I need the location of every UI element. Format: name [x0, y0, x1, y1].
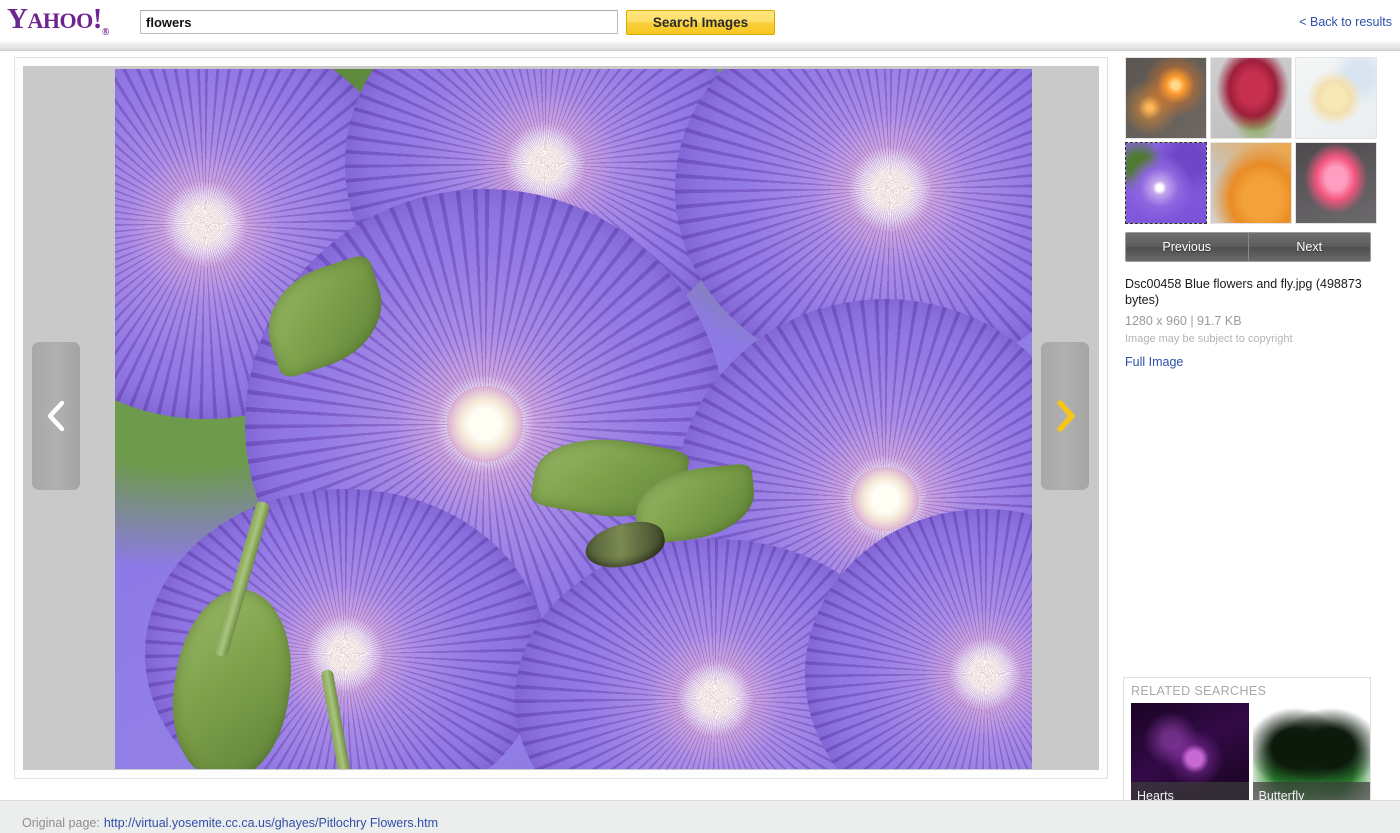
next-image-arrow[interactable]	[1041, 342, 1089, 490]
logo-letter-y: Y	[7, 3, 28, 35]
image-viewer-frame	[14, 57, 1108, 779]
related-searches-list: Hearts Butterfly	[1131, 703, 1370, 810]
logo-letters-ahoo: AHOO	[27, 8, 93, 33]
thumbnail-item[interactable]	[1210, 57, 1292, 139]
logo-registered-mark: ®	[101, 26, 109, 38]
yahoo-logo[interactable]: YAHOO!®	[7, 3, 135, 38]
page-footer: Original page: http://virtual.yosemite.cc…	[0, 800, 1400, 833]
chevron-left-icon	[47, 400, 65, 432]
image-metadata: Dsc00458 Blue flowers and fly.jpg (49887…	[1125, 276, 1379, 371]
flower-center	[851, 467, 919, 531]
previous-button[interactable]: Previous	[1126, 233, 1249, 261]
copyright-notice: Image may be subject to copyright	[1125, 333, 1293, 345]
thumbnail-item[interactable]	[1295, 142, 1377, 224]
original-page-row: Original page: http://virtual.yosemite.cc…	[22, 816, 438, 830]
thumbnail-item[interactable]	[1125, 57, 1207, 139]
thumbnail-grid	[1125, 57, 1390, 224]
thumbnail-image	[1296, 143, 1376, 223]
pagination-bar: Previous Next	[1125, 232, 1371, 262]
previous-image-arrow[interactable]	[32, 342, 80, 490]
sidebar: Previous Next Dsc00458 Blue flowers and …	[1122, 57, 1390, 827]
thumbnail-item[interactable]	[1295, 57, 1377, 139]
image-dimensions: 1280 x 960 | 91.7 KB	[1125, 314, 1242, 328]
thumbnail-image	[1126, 143, 1206, 223]
page-body: Previous Next Dsc00458 Blue flowers and …	[0, 52, 1400, 827]
thumbnail-image	[1296, 58, 1376, 138]
original-page-label: Original page:	[22, 816, 100, 830]
search-images-button[interactable]: Search Images	[626, 10, 775, 35]
thumbnail-image	[1211, 58, 1291, 138]
header-divider-strip	[0, 41, 1400, 51]
thumbnail-image	[1126, 58, 1206, 138]
related-search-item[interactable]: Butterfly	[1252, 703, 1370, 810]
full-image-link[interactable]: Full Image	[1125, 355, 1183, 369]
flower-center	[446, 386, 524, 462]
thumbnail-image	[1211, 143, 1291, 223]
image-viewer	[23, 66, 1099, 770]
back-to-results-link[interactable]: < Back to results	[1299, 15, 1392, 29]
main-image[interactable]	[115, 69, 1032, 769]
logo-exclamation: !	[92, 3, 103, 35]
next-button[interactable]: Next	[1249, 233, 1371, 261]
chevron-right-icon	[1057, 400, 1075, 432]
search-input[interactable]	[140, 10, 618, 34]
thumbnail-item-selected[interactable]	[1125, 142, 1207, 224]
related-search-item[interactable]: Hearts	[1131, 703, 1249, 810]
related-searches-title: RELATED SEARCHES	[1131, 684, 1267, 698]
original-page-url[interactable]: http://virtual.yosemite.cc.ca.us/ghayes/…	[104, 816, 438, 830]
image-title: Dsc00458 Blue flowers and fly.jpg (49887…	[1125, 277, 1362, 307]
page-header: YAHOO!® Search Images < Back to results	[0, 0, 1400, 41]
thumbnail-item[interactable]	[1210, 142, 1292, 224]
